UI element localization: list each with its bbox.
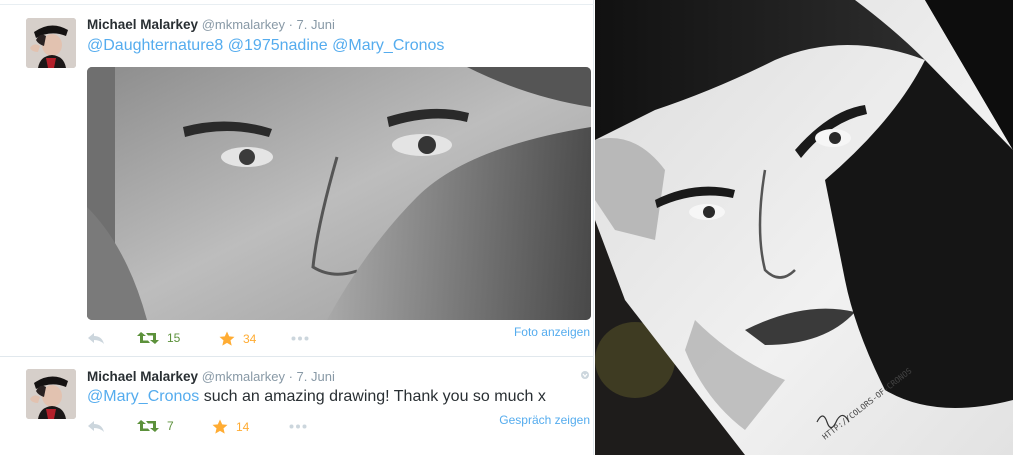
mention-link[interactable]: @Mary_Cronos (332, 37, 444, 54)
avatar[interactable] (26, 369, 76, 419)
author-handle[interactable]: @mkmalarkey (202, 17, 285, 32)
separator: · (288, 369, 293, 384)
reply-icon (88, 333, 104, 344)
view-photo-link[interactable]: Foto anzeigen (514, 325, 590, 339)
tweet-header: Michael Malarkey @mkmalarkey · 7. Juni (87, 17, 335, 32)
reply-button[interactable] (87, 419, 105, 433)
mention-link[interactable]: @Mary_Cronos (87, 388, 199, 405)
retweet-button[interactable]: 15 (137, 331, 180, 345)
caret-down-icon[interactable] (580, 370, 590, 380)
drawing-photo: HTTP://COLORS-OF-CRONOS (595, 0, 1013, 455)
more-button[interactable] (289, 424, 307, 429)
more-button[interactable] (291, 336, 309, 341)
retweet-count: 15 (167, 331, 181, 345)
tweet[interactable]: Michael Malarkey @mkmalarkey · 7. Juni @… (0, 6, 594, 357)
tweet-header: Michael Malarkey @mkmalarkey · 7. Juni (87, 369, 335, 384)
retweet-icon (137, 332, 159, 344)
separator: · (288, 17, 293, 32)
favorite-count: 14 (236, 420, 250, 434)
more-icon (291, 336, 309, 341)
reply-icon (88, 421, 104, 432)
tweet[interactable]: Michael Malarkey @mkmalarkey · 7. Juni @… (0, 358, 594, 455)
timeline: Michael Malarkey @mkmalarkey · 7. Juni @… (0, 0, 594, 455)
favorite-count: 34 (243, 332, 257, 346)
tweet-date[interactable]: 7. Juni (297, 17, 335, 32)
tweet-text: @Daughternature8 @1975nadine @Mary_Crono… (87, 37, 444, 55)
previous-tweet-edge (0, 0, 594, 5)
favorite-icon (219, 331, 235, 346)
avatar[interactable] (26, 18, 76, 68)
mention-link[interactable]: @1975nadine (228, 37, 328, 54)
author-name[interactable]: Michael Malarkey (87, 17, 198, 32)
tweet-body: such an amazing drawing! Thank you so mu… (199, 388, 546, 405)
retweet-count: 7 (167, 419, 174, 433)
reply-button[interactable] (87, 331, 105, 345)
favorite-icon (212, 419, 228, 434)
retweet-button[interactable]: 7 (137, 419, 174, 433)
favorite-button[interactable]: 14 (212, 419, 249, 435)
retweet-icon (137, 420, 159, 432)
author-handle[interactable]: @mkmalarkey (202, 369, 285, 384)
view-conversation-link[interactable]: Gespräch zeigen (499, 413, 590, 427)
tweet-photo[interactable] (87, 67, 591, 320)
tweet-date[interactable]: 7. Juni (297, 369, 335, 384)
mention-link[interactable]: @Daughternature8 (87, 37, 223, 54)
more-icon (289, 424, 307, 429)
favorite-button[interactable]: 34 (219, 331, 256, 347)
tweet-text: @Mary_Cronos such an amazing drawing! Th… (87, 388, 546, 406)
author-name[interactable]: Michael Malarkey (87, 369, 198, 384)
